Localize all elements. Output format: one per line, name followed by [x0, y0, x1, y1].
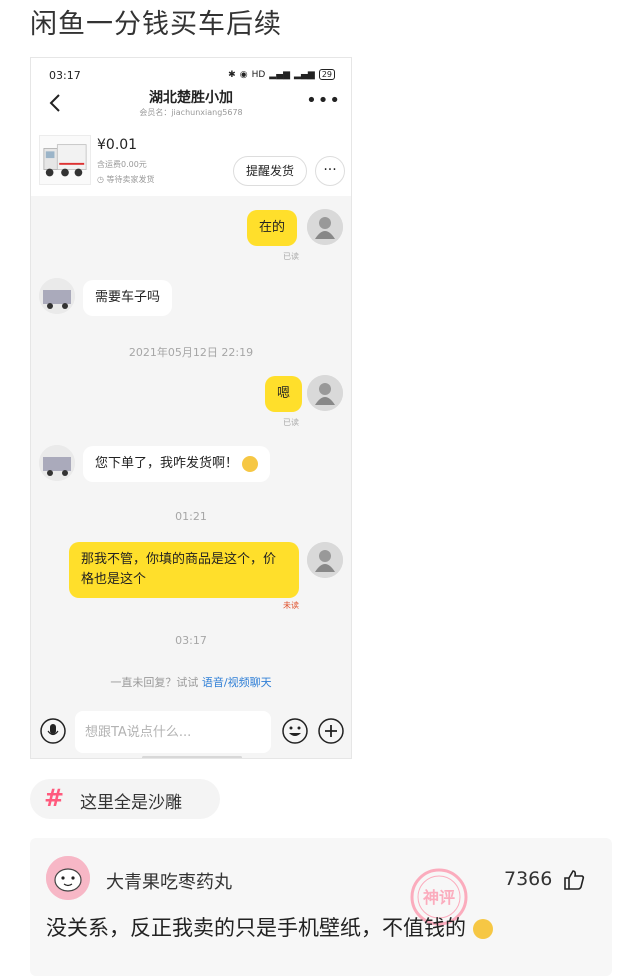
- remind-ship-button[interactable]: 提醒发货: [233, 156, 307, 186]
- message-bubble-seller: 需要车子吗: [83, 280, 173, 316]
- message-bubble-seller: 您下单了，我咋发货啊！: [83, 446, 271, 482]
- network-label: HD: [251, 69, 266, 80]
- emoji-icon[interactable]: [281, 717, 309, 745]
- input-bar: [31, 708, 351, 758]
- like-count: 7366: [504, 868, 553, 890]
- my-avatar[interactable]: [307, 209, 343, 245]
- item-thumbnail-truck[interactable]: [39, 135, 91, 185]
- top-comment: 大青果吃枣药丸 7366 神评 没关系，反正我卖的只是手机壁纸，不值钱的: [30, 838, 612, 976]
- message-bubble-me: 那我不管，你填的商品是这个，价格也是这个: [69, 542, 299, 598]
- home-indicator: [142, 756, 242, 758]
- message-bubble-me: 嗯: [265, 376, 303, 412]
- voice-video-call-link[interactable]: 语音/视频聊天: [202, 676, 272, 689]
- item-more-button[interactable]: ···: [315, 156, 345, 186]
- topic-label: 这里全是沙雕: [80, 793, 182, 813]
- location-icon: ◉: [239, 69, 248, 80]
- my-avatar[interactable]: [307, 375, 343, 411]
- hashtag-icon: #: [44, 784, 65, 812]
- chat-screenshot: 03:17 ✱ ◉ HD ▂▄▆ ▂▄▆ 29 湖北楚胜小加 会员名：jiach…: [30, 57, 352, 759]
- seller-avatar[interactable]: [39, 278, 75, 314]
- comment-body: 没关系，反正我卖的只是手机壁纸，不值钱的: [46, 916, 466, 940]
- read-receipt: 已读: [283, 418, 299, 427]
- plus-icon[interactable]: [317, 717, 345, 745]
- signal-icon: ▂▄▆: [269, 69, 291, 80]
- commenter-avatar[interactable]: [46, 856, 90, 900]
- clock-icon: ◷: [97, 175, 104, 184]
- status-icons: ✱ ◉ HD ▂▄▆ ▂▄▆ 29: [228, 69, 335, 80]
- my-avatar[interactable]: [307, 542, 343, 578]
- unread-receipt: 未读: [283, 601, 299, 610]
- timestamp: 03:17: [175, 634, 207, 647]
- stamp-text: 神评: [423, 888, 455, 907]
- commenter-name[interactable]: 大青果吃枣药丸: [106, 868, 232, 894]
- post-title: 闲鱼一分钱买车后续: [30, 9, 282, 40]
- grin-emoji-icon: [472, 919, 493, 939]
- call-hint: 一直未回复？试试 语音/视频聊天: [31, 674, 351, 690]
- read-receipt: 已读: [283, 252, 299, 261]
- timestamp: 01:21: [175, 510, 207, 523]
- message-text: 您下单了，我咋发货啊！: [95, 456, 239, 471]
- bluetooth-icon: ✱: [228, 69, 236, 80]
- battery-icon: 29: [318, 69, 335, 80]
- wifi-icon: ▂▄▆: [294, 69, 315, 80]
- item-price: ¥0.01: [97, 137, 138, 153]
- timestamp: 2021年05月12日 22:19: [128, 346, 254, 359]
- chat-contact-name: 湖北楚胜小加: [149, 90, 233, 106]
- message-bubble-me: 在的: [247, 210, 298, 246]
- item-status: ◷ 等待卖家发货: [97, 174, 155, 185]
- chat-member-id: 会员名：jiachunxiang5678: [139, 108, 243, 117]
- topic-tag[interactable]: # 这里全是沙雕: [30, 779, 220, 819]
- call-hint-text: 一直未回复？试试: [110, 676, 202, 689]
- microphone-icon[interactable]: [39, 717, 67, 745]
- comment-text: 没关系，反正我卖的只是手机壁纸，不值钱的: [46, 912, 493, 942]
- item-shipping: 含运费0.00元: [97, 160, 147, 169]
- status-time: 03:17: [49, 69, 81, 82]
- thumbs-up-icon[interactable]: [562, 868, 586, 892]
- more-options-icon[interactable]: •••: [306, 92, 341, 110]
- message-input[interactable]: [75, 711, 271, 753]
- seller-avatar[interactable]: [39, 445, 75, 481]
- sweat-emoji-icon: [242, 455, 259, 472]
- item-status-label: 等待卖家发货: [106, 175, 155, 184]
